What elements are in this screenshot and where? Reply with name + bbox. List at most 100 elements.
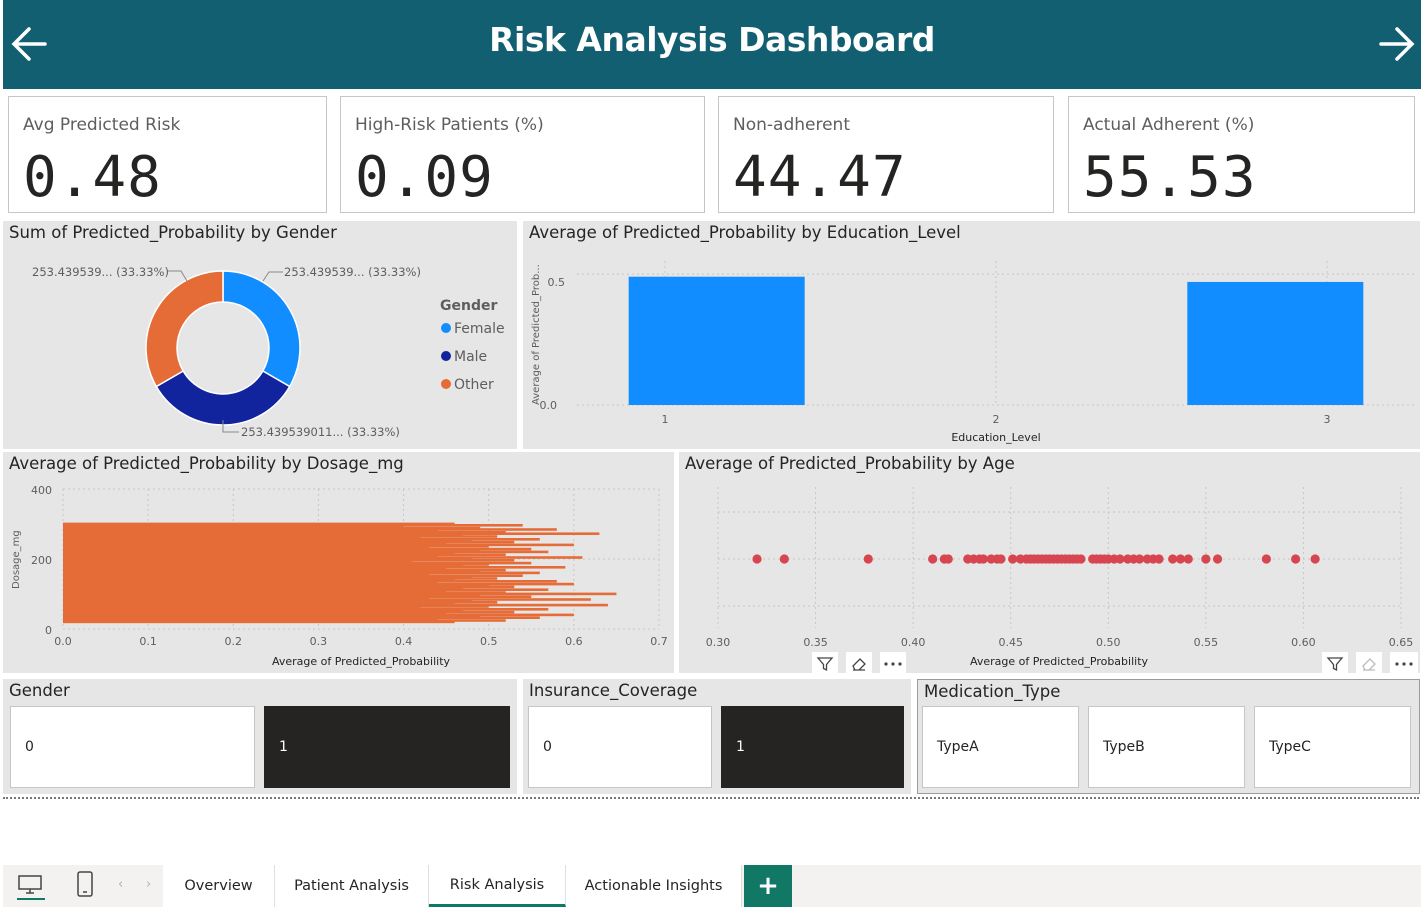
- more-options-icon[interactable]: [880, 652, 906, 676]
- dosage-bar-chart: Dosage_mg 0 200 400 0.0 0.1 0.2 0.3 0.4 0.5 0.…: [11, 484, 668, 668]
- kpi-value: 0.09: [355, 145, 494, 210]
- donut-chart-panel[interactable]: Sum of Predicted_Probability by Gender 2…: [3, 221, 517, 449]
- eraser-icon[interactable]: [1356, 652, 1382, 676]
- legend-item-male[interactable]: Male: [454, 349, 487, 365]
- kpi-card-non-adherent[interactable]: Non-adherent 44.47: [718, 96, 1054, 213]
- slicer-tile-typea[interactable]: TypeA: [922, 706, 1079, 788]
- slicer-title: Gender: [9, 681, 70, 700]
- scroll-left-icon[interactable]: ‹: [118, 877, 130, 895]
- insurance-slicer: Insurance_Coverage 0 1: [523, 679, 911, 794]
- legend-item-other[interactable]: Other: [454, 377, 494, 393]
- x-tick-label: 0.1: [139, 635, 157, 648]
- y-axis-label: Average of Predicted_Prob...: [531, 264, 542, 405]
- x-axis-label: Average of Predicted_Probability: [970, 655, 1149, 668]
- slicer-tile-typeb[interactable]: TypeB: [1088, 706, 1245, 788]
- leader-line: [167, 270, 188, 282]
- kpi-card-high-risk-patients[interactable]: High-Risk Patients (%) 0.09: [340, 96, 705, 213]
- x-tick-label: 0.35: [803, 636, 828, 649]
- scatter-point[interactable]: [1261, 554, 1271, 564]
- age-scatter-chart: 0.30 0.35 0.40 0.45 0.50 0.55 0.60 0.65 Average…: [706, 487, 1413, 668]
- x-axis-label: Average of Predicted_Probability: [272, 655, 451, 668]
- slicer-tile-insurance-1[interactable]: 1: [721, 706, 904, 788]
- scatter-point[interactable]: [779, 554, 789, 564]
- scatter-point[interactable]: [1183, 554, 1193, 564]
- scatter-point[interactable]: [863, 554, 873, 564]
- kpi-card-actual-adherent[interactable]: Actual Adherent (%) 55.53: [1068, 96, 1415, 213]
- x-tick-label: 0.60: [1291, 636, 1316, 649]
- donut-slice-male[interactable]: [155, 369, 291, 426]
- scatter-point[interactable]: [943, 554, 953, 564]
- y-tick-label: 0.5: [548, 276, 566, 289]
- legend-title: Gender: [440, 298, 497, 314]
- slicer-tile-gender-0[interactable]: 0: [10, 706, 255, 788]
- x-tick-label: 3: [1324, 413, 1331, 426]
- filter-icon[interactable]: [1322, 652, 1348, 676]
- legend-marker-female: [441, 323, 451, 333]
- kpi-value: 55.53: [1083, 145, 1257, 210]
- tab-actionable-insights[interactable]: Actionable Insights: [566, 865, 742, 907]
- data-label: 253.439539... (33.33%): [32, 265, 169, 279]
- kpi-card-avg-predicted-risk[interactable]: Avg Predicted Risk 0.48: [8, 96, 327, 213]
- scroll-right-icon[interactable]: ›: [146, 877, 158, 895]
- scatter-point[interactable]: [928, 554, 938, 564]
- legend-marker-male: [441, 351, 451, 361]
- x-tick-label: 0.50: [1096, 636, 1121, 649]
- donut-slice-other[interactable]: [145, 270, 224, 388]
- kpi-value: 44.47: [733, 145, 907, 210]
- scatter-point[interactable]: [1212, 554, 1223, 564]
- y-tick-label: 200: [31, 554, 52, 567]
- scatter-point[interactable]: [1076, 554, 1086, 564]
- x-tick-label: 0.55: [1194, 636, 1219, 649]
- x-tick-label: 0.7: [650, 635, 668, 648]
- y-tick-label: 0.0: [540, 399, 558, 412]
- age-scatter-chart-panel[interactable]: Average of Predicted_Probability by Age …: [679, 452, 1420, 673]
- kpi-value: 0.48: [23, 145, 162, 210]
- eraser-icon[interactable]: [846, 652, 872, 676]
- x-tick-label: 0.40: [901, 636, 926, 649]
- data-label: 253.439539011... (33.33%): [241, 425, 400, 439]
- slicer-tile-gender-1[interactable]: 1: [264, 706, 510, 788]
- more-options-icon[interactable]: [1390, 652, 1418, 676]
- add-page-button[interactable]: +: [744, 865, 792, 907]
- kpi-label: Avg Predicted Risk: [23, 115, 181, 135]
- x-tick-label: 0.30: [706, 636, 731, 649]
- x-tick-label: 2: [993, 413, 1000, 426]
- slicer-title: Medication_Type: [924, 682, 1061, 701]
- leader-line: [262, 271, 283, 282]
- tab-risk-analysis[interactable]: Risk Analysis: [429, 865, 566, 907]
- filter-icon[interactable]: [812, 652, 838, 676]
- x-tick-label: 0.3: [310, 635, 328, 648]
- mobile-view-icon[interactable]: [76, 870, 96, 898]
- page-header: Risk Analysis Dashboard: [3, 0, 1421, 89]
- slicer-tile-typec[interactable]: TypeC: [1254, 706, 1411, 788]
- page-tab-bar: ‹ › Overview Patient Analysis Risk Analy…: [3, 865, 1421, 907]
- education-bar-chart-panel[interactable]: Average of Predicted_Probability by Educ…: [523, 221, 1420, 449]
- data-label: 253.439539... (33.33%): [284, 265, 421, 279]
- scatter-point[interactable]: [1154, 554, 1164, 564]
- donut-chart: 253.439539... (33.33%) 253.439539... (33…: [32, 265, 505, 439]
- scatter-point[interactable]: [1201, 554, 1211, 564]
- kpi-label: Non-adherent: [733, 115, 850, 135]
- bar-education-3[interactable]: [1187, 281, 1364, 405]
- scatter-point[interactable]: [996, 554, 1006, 564]
- tab-overview[interactable]: Overview: [163, 865, 275, 907]
- medication-slicer: Medication_Type TypeA TypeB TypeC: [917, 679, 1420, 794]
- slicer-tile-insurance-0[interactable]: 0: [528, 706, 712, 788]
- donut-slice-female[interactable]: [222, 270, 301, 388]
- x-tick-label: 1: [662, 413, 669, 426]
- desktop-view-icon[interactable]: [17, 874, 45, 900]
- bar-dosage[interactable]: [63, 620, 455, 624]
- legend-item-female[interactable]: Female: [454, 321, 505, 337]
- y-tick-label: 0: [45, 624, 52, 637]
- scatter-point[interactable]: [1291, 554, 1301, 564]
- tab-patient-analysis[interactable]: Patient Analysis: [275, 865, 429, 907]
- x-tick-label: 0.6: [565, 635, 583, 648]
- dosage-bar-chart-panel[interactable]: Average of Predicted_Probability by Dosa…: [3, 452, 674, 673]
- forward-arrow-icon[interactable]: [1377, 24, 1417, 64]
- bar-education-1[interactable]: [628, 276, 805, 405]
- x-tick-label: 0.4: [395, 635, 413, 648]
- page-boundary-divider: [3, 797, 1419, 799]
- scatter-point[interactable]: [752, 554, 762, 564]
- kpi-label: Actual Adherent (%): [1083, 115, 1255, 135]
- scatter-point[interactable]: [1310, 554, 1320, 564]
